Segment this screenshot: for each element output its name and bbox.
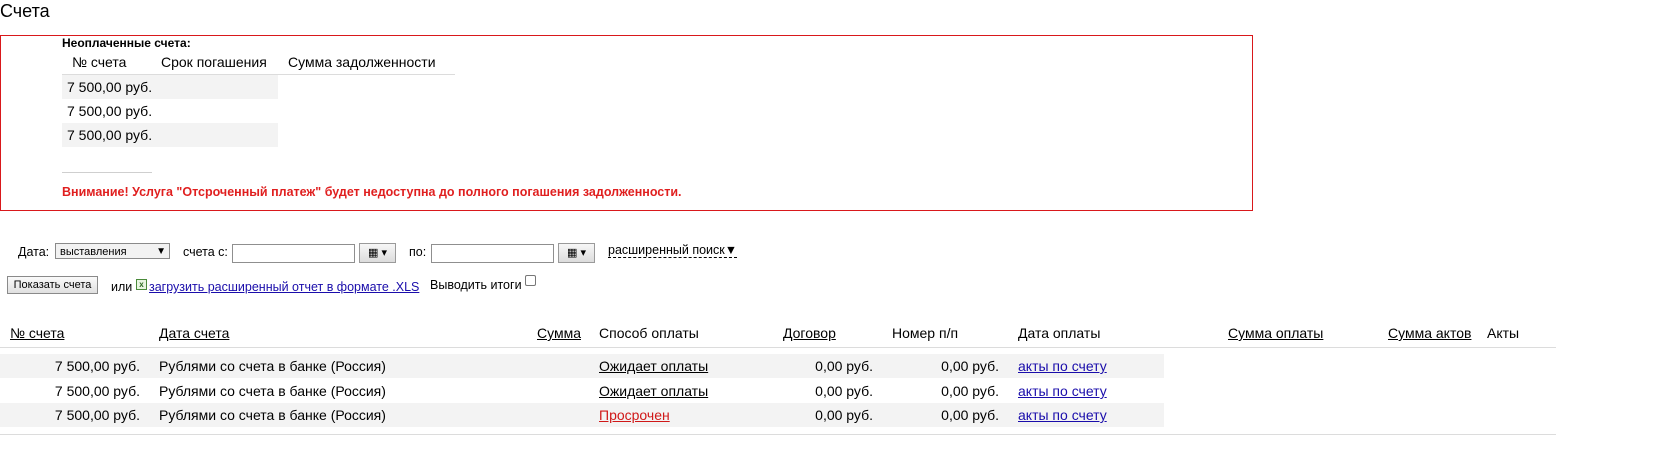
invoice-number: 7 500,00 руб. [54, 383, 140, 399]
table-row: 7 500,00 руб. [62, 99, 455, 123]
header-acts-sum[interactable]: Сумма актов [1388, 325, 1471, 347]
unpaid-amount: 7 500,00 руб. [62, 123, 161, 147]
contract-amount: 0,00 руб. [815, 383, 873, 399]
order-amount: 0,00 руб. [941, 358, 999, 374]
order-amount: 0,00 руб. [941, 383, 999, 399]
header-payment-date: Дата оплаты [1018, 325, 1101, 341]
unpaid-invoices-table: № счета Срок погашения Сумма задолженнос… [62, 50, 455, 147]
show-totals-checkbox[interactable] [525, 275, 536, 286]
calendar-icon: ▦ ▾ [567, 247, 586, 259]
header-date[interactable]: Дата счета [159, 325, 229, 347]
contract-amount: 0,00 руб. [815, 407, 873, 423]
divider [0, 347, 1556, 348]
header-contract[interactable]: Договор [783, 325, 836, 347]
table-row: 7 500,00 руб. Рублями со счета в банке (… [0, 403, 1164, 427]
unpaid-invoices-title: Неоплаченные счета: [62, 36, 191, 50]
dropdown-arrow-icon: ▼ [156, 246, 166, 257]
header-order-number: Номер п/п [892, 325, 959, 341]
invoice-number: 7 500,00 руб. [54, 358, 140, 374]
payment-status-overdue-link[interactable]: Просрочен [599, 407, 670, 423]
date-type-value: выставления [60, 246, 127, 258]
date-from-input[interactable] [232, 244, 355, 263]
date-to-input[interactable] [431, 244, 554, 263]
divider [62, 172, 152, 173]
calendar-from-button[interactable]: ▦ ▾ [359, 243, 396, 263]
invoice-acts-link[interactable]: акты по счету [1018, 407, 1107, 423]
header-sum[interactable]: Сумма [537, 325, 581, 347]
or-text: или [111, 280, 133, 294]
payment-status-link[interactable]: Ожидает оплаты [599, 383, 708, 399]
header-number[interactable]: № счета [10, 325, 64, 347]
divider [0, 434, 1556, 435]
header-acts: Акты [1487, 325, 1520, 341]
show-invoices-button[interactable]: Показать счета [7, 276, 98, 294]
table-row: 7 500,00 руб. Рублями со счета в банке (… [0, 379, 1164, 403]
table-row: 7 500,00 руб. [62, 74, 455, 99]
unpaid-header-due-date: Срок погашения [161, 50, 278, 75]
invoice-number: 7 500,00 руб. [54, 407, 140, 423]
debt-warning: Внимание! Услуга "Отсроченный платеж" бу… [62, 185, 682, 199]
calendar-icon: ▦ ▾ [368, 247, 387, 259]
invoice-acts-link[interactable]: акты по счету [1018, 358, 1107, 374]
download-xls-link[interactable]: загрузить расширенный отчет в формате .X… [149, 280, 419, 294]
totals-label: Выводить итоги [430, 278, 522, 292]
invoice-date: Рублями со счета в банке (Россия) [159, 407, 386, 423]
header-payment-sum[interactable]: Сумма оплаты [1228, 325, 1323, 347]
advanced-search-toggle[interactable]: расширенный поиск▼ [608, 243, 738, 258]
table-row: 7 500,00 руб. [62, 123, 455, 147]
excel-icon: x [136, 279, 147, 290]
invoice-date: Рублями со счета в банке (Россия) [159, 383, 386, 399]
unpaid-amount: 7 500,00 руб. [62, 74, 161, 99]
contract-amount: 0,00 руб. [815, 358, 873, 374]
calendar-to-button[interactable]: ▦ ▾ [558, 243, 595, 263]
to-label: по: [409, 245, 427, 259]
invoice-acts-link[interactable]: акты по счету [1018, 383, 1107, 399]
table-row: 7 500,00 руб. Рублями со счета в банке (… [0, 354, 1164, 378]
header-payment-method: Способ оплаты [599, 325, 699, 341]
order-amount: 0,00 руб. [941, 407, 999, 423]
payment-status-link[interactable]: Ожидает оплаты [599, 358, 708, 374]
date-label: Дата: [18, 245, 50, 259]
unpaid-amount: 7 500,00 руб. [67, 103, 153, 119]
from-label: счета с: [183, 245, 228, 259]
invoice-date: Рублями со счета в банке (Россия) [159, 358, 386, 374]
date-type-select[interactable]: выставления ▼ [55, 243, 170, 259]
page-title: Счета [0, 1, 50, 21]
unpaid-header-number: № счета [62, 50, 161, 75]
unpaid-header-debt: Сумма задолженности [278, 50, 455, 75]
